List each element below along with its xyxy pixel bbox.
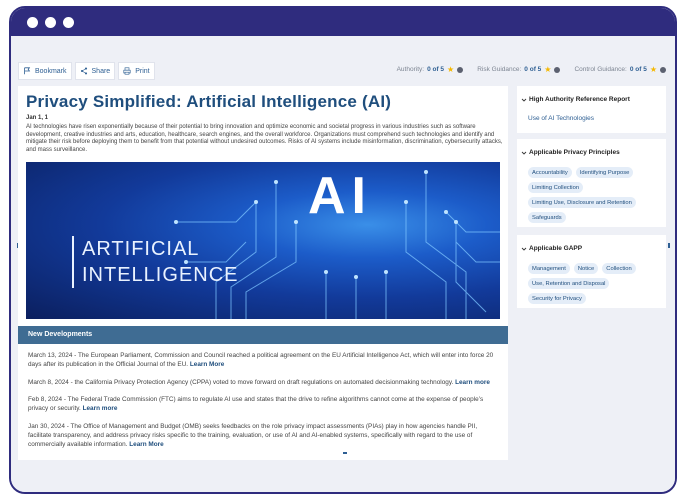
new-developments-header: New Developments	[18, 326, 508, 344]
hero-banner-image: AI ARTIFICIAL INTELLIGENCE	[26, 162, 500, 319]
hero-line-1: ARTIFICIAL	[82, 238, 200, 260]
article-panel: Privacy Simplified: Artificial Intellige…	[18, 86, 508, 460]
info-icon[interactable]	[660, 66, 666, 73]
page-title: Privacy Simplified: Artificial Intellige…	[26, 92, 392, 111]
bookmark-label: Bookmark	[35, 67, 67, 75]
list-item: Jan 30, 2024 - The Office of Management …	[28, 423, 500, 449]
info-icon[interactable]	[457, 66, 464, 73]
developments-list: March 13, 2024 - The European Parliament…	[28, 352, 500, 458]
rating-value: 0 of 5	[524, 66, 542, 73]
star-icon: ★	[544, 65, 552, 74]
list-item: Feb 8, 2024 - The Federal Trade Commissi…	[28, 396, 500, 414]
control-guidance-rating: Control Guidance: 0 of 5 ★	[574, 65, 666, 74]
right-edge-marker	[668, 243, 670, 248]
star-icon: ★	[649, 65, 657, 74]
gapp-chip[interactable]: Management	[528, 263, 570, 274]
print-button[interactable]: Print	[118, 62, 155, 80]
principle-chip[interactable]: Limiting Collection	[528, 182, 584, 193]
rating-label: Risk Guidance:	[477, 66, 522, 73]
hero-ai-badge: AI	[308, 167, 372, 225]
print-label: Print	[135, 67, 150, 75]
report-link[interactable]: Use of AI Technologies	[528, 115, 594, 122]
gapp-chip[interactable]: Use, Retention and Disposal	[528, 278, 610, 289]
hero-caption: ARTIFICIAL INTELLIGENCE	[72, 236, 238, 288]
reference-report-card: High Authority Reference Report Use of A…	[517, 86, 666, 133]
rating-value: 0 of 5	[427, 66, 445, 73]
principle-chip[interactable]: Identifying Purpose	[575, 167, 634, 178]
bookmark-flag-icon	[24, 67, 31, 75]
applicable-gapp-card: Applicable GAPP Management Notice Collec…	[517, 235, 666, 308]
window-maximize-dot[interactable]	[63, 16, 74, 28]
share-icon	[80, 67, 87, 75]
privacy-principles-card: Applicable Privacy Principles Accountabi…	[517, 139, 666, 227]
window-minimize-dot[interactable]	[45, 16, 56, 28]
authority-rating: Authority: 0 of 5 ★	[397, 65, 464, 74]
card-title: Applicable Privacy Principles	[529, 149, 620, 156]
chevron-down-icon[interactable]	[521, 246, 527, 252]
principle-chip[interactable]: Accountability	[528, 167, 572, 178]
action-toolbar: Bookmark Share Print Authority: 0 of 5 ★…	[18, 61, 668, 81]
hero-line-2: INTELLIGENCE	[82, 264, 239, 286]
learn-more-link[interactable]: Learn More	[129, 441, 163, 448]
list-item: March 8, 2024 - the California Privacy P…	[28, 379, 500, 388]
browser-window: Bookmark Share Print Authority: 0 of 5 ★…	[9, 6, 677, 494]
scroll-indicator[interactable]	[343, 452, 347, 454]
gapp-chip[interactable]: Notice	[573, 263, 599, 274]
development-text: March 8, 2024 - the California Privacy P…	[28, 378, 456, 386]
info-icon[interactable]	[554, 66, 561, 73]
principle-chip[interactable]: Limiting Use, Disclosure and Retention	[528, 197, 636, 208]
page-content: Bookmark Share Print Authority: 0 of 5 ★…	[11, 36, 675, 492]
development-text: March 13, 2024 - The European Parliament…	[28, 352, 494, 368]
share-button[interactable]: Share	[74, 62, 116, 80]
share-label: Share	[91, 67, 111, 75]
printer-icon	[123, 67, 131, 75]
learn-more-link[interactable]: Learn more	[455, 379, 490, 386]
card-title: Applicable GAPP	[529, 245, 583, 252]
window-close-dot[interactable]	[27, 16, 38, 28]
article-date: Jan 1, 1	[26, 115, 49, 121]
gapp-chip[interactable]: Collection	[602, 263, 636, 274]
ratings-bar: Authority: 0 of 5 ★ Risk Guidance: 0 of …	[397, 65, 666, 74]
learn-more-link[interactable]: Learn More	[190, 361, 224, 368]
window-titlebar	[11, 8, 675, 36]
rating-value: 0 of 5	[629, 66, 647, 73]
principle-chip[interactable]: Safeguards	[528, 212, 566, 223]
bookmark-button[interactable]: Bookmark	[18, 62, 72, 80]
chevron-down-icon[interactable]	[521, 150, 527, 156]
rating-label: Control Guidance:	[574, 66, 627, 73]
risk-guidance-rating: Risk Guidance: 0 of 5 ★	[477, 65, 561, 74]
rating-label: Authority:	[396, 66, 425, 73]
list-item: March 13, 2024 - The European Parliament…	[28, 352, 500, 370]
principles-chip-list: Accountability Identifying Purpose Limit…	[528, 167, 660, 223]
development-text: Jan 30, 2024 - The Office of Management …	[28, 422, 478, 448]
learn-more-link[interactable]: Learn more	[83, 405, 118, 412]
gapp-chip[interactable]: Security for Privacy	[528, 293, 586, 304]
card-title: High Authority Reference Report	[529, 96, 630, 103]
chevron-down-icon[interactable]	[521, 97, 527, 103]
article-summary: AI technologies have risen exponentially…	[26, 124, 503, 153]
gapp-chip-list: Management Notice Collection Use, Retent…	[528, 263, 660, 304]
star-icon: ★	[447, 65, 455, 74]
